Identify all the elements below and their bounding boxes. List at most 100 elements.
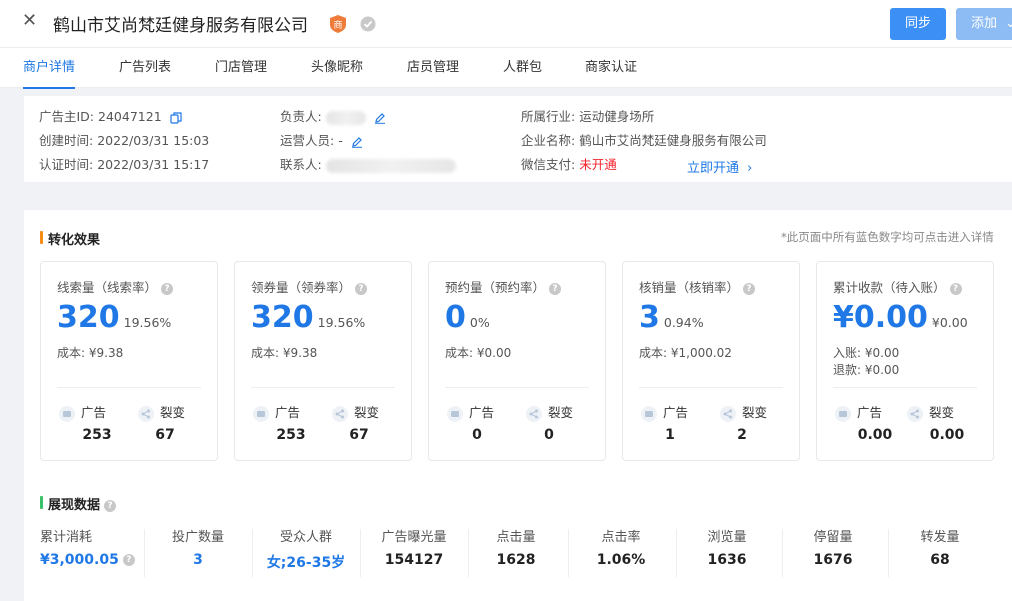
tab-staff-management[interactable]: 店员管理 <box>407 48 459 88</box>
certified-time-value: 2022/03/31 15:17 <box>97 157 210 172</box>
stat-label: 点击率 <box>601 530 641 545</box>
page-title: 鹤山市艾尚梵廷健身服务有限公司 <box>53 16 308 36</box>
industry-row: 所属行业: 运动健身场所 <box>521 109 654 125</box>
stat-ad-count: 投广数量 3 <box>148 526 248 580</box>
help-icon[interactable]: ? <box>743 282 756 295</box>
contact-label: 联系人: <box>280 157 322 172</box>
card-label: 领券量（领券率）? <box>251 277 368 296</box>
main-panel: 转化效果 *此页面中所有蓝色数字均可点击进入详情 线索量（线索率）? 320 19… <box>24 210 1012 601</box>
blue-number-note: *此页面中所有蓝色数字均可点击进入详情 <box>781 230 994 244</box>
open-wechat-pay-link[interactable]: 立即开通 › <box>687 157 752 176</box>
divider <box>568 529 569 577</box>
tab-store-management[interactable]: 门店管理 <box>215 48 267 88</box>
card-cost: 成本: ¥9.38 <box>251 346 318 360</box>
ad-count: 0.00 <box>857 427 893 443</box>
ad-icon <box>253 405 269 422</box>
tab-avatar-nickname[interactable]: 头像昵称 <box>311 48 363 88</box>
stat-label: 累计消耗 <box>40 530 93 545</box>
help-icon[interactable]: ? <box>355 282 368 295</box>
help-icon[interactable]: ? <box>949 282 962 295</box>
share-icon <box>907 405 923 422</box>
advertiser-id-value: 24047121 <box>98 109 162 124</box>
card-big-number[interactable]: 3 <box>639 300 660 335</box>
edit-operator-icon[interactable] <box>351 136 363 148</box>
divider <box>639 387 783 388</box>
tab-merchant-certification[interactable]: 商家认证 <box>585 48 637 88</box>
ad-icon <box>835 405 851 422</box>
card-label: 核销量（核销率）? <box>639 277 756 296</box>
wechat-pay-row: 微信支付: 未开通 <box>521 157 617 173</box>
add-dropdown-button[interactable]: 添加 ⌄ <box>956 8 1012 40</box>
stat-value: 1676 <box>813 552 853 568</box>
tab-ad-list[interactable]: 广告列表 <box>119 48 171 88</box>
card-main-value: 3 0.94% <box>639 300 704 335</box>
card-refund: 退款: ¥0.00 <box>833 363 900 377</box>
stat-label: 受众人群 <box>279 530 332 545</box>
viral-source: 裂变 <box>526 402 573 422</box>
ad-count: 253 <box>82 427 112 443</box>
wechat-verify-icon <box>360 16 376 32</box>
ad-count: 0 <box>472 427 482 443</box>
wechat-pay-label: 微信支付: <box>521 157 576 172</box>
metric-card-leads: 线索量（线索率）? 320 19.56% 成本: ¥9.38 广告 裂变 253 … <box>40 261 218 461</box>
ad-source: 广告 <box>59 402 106 422</box>
industry-label: 所属行业: <box>521 109 576 124</box>
ad-count: 253 <box>276 427 306 443</box>
edit-owner-icon[interactable] <box>374 112 386 124</box>
card-rate: 0% <box>469 315 490 330</box>
card-label: 线索量（线索率）? <box>57 277 174 296</box>
stat-label: 转发量 <box>920 530 960 545</box>
tab-audience-package[interactable]: 人群包 <box>503 48 542 88</box>
open-now-label: 立即开通 <box>687 161 740 176</box>
help-icon[interactable]: ? <box>549 282 562 295</box>
operator-label: 运营人员: <box>280 133 335 148</box>
card-big-number[interactable]: ¥0.00 <box>833 300 928 335</box>
ad-icon <box>59 405 75 422</box>
help-icon[interactable]: ? <box>122 554 135 566</box>
divider <box>445 387 589 388</box>
viral-source: 裂变 <box>720 402 767 422</box>
help-icon[interactable]: ? <box>104 499 117 512</box>
divider <box>144 529 145 577</box>
display-data-title: 展现数据? <box>48 494 117 513</box>
stat-value: 154127 <box>384 552 444 568</box>
card-big-number[interactable]: 320 <box>57 300 120 335</box>
card-main-value: 0 0% <box>445 300 490 335</box>
sync-button[interactable]: 同步 <box>890 8 946 40</box>
tab-merchant-details[interactable]: 商户详情 <box>23 48 76 89</box>
card-label: 预约量（预约率）? <box>445 277 562 296</box>
card-cost: 成本: ¥9.38 <box>57 346 124 360</box>
divider <box>57 387 201 388</box>
stat-views: 浏览量 1636 <box>677 526 777 580</box>
stat-value[interactable]: 3 <box>148 552 248 568</box>
stat-value[interactable]: ¥3,000.05? <box>40 552 135 568</box>
card-big-number[interactable]: 320 <box>251 300 314 335</box>
share-icon <box>526 405 542 422</box>
conversion-title: 转化效果 <box>48 233 101 248</box>
top-bar: ✕ 鹤山市艾尚梵廷健身服务有限公司 商 同步 添加 ⌄ <box>0 0 1012 48</box>
close-icon[interactable]: ✕ <box>22 11 37 31</box>
metric-card-redemptions: 核销量（核销率）? 3 0.94% 成本: ¥1,000.02 广告 裂变 1 2 <box>622 261 800 461</box>
created-time-value: 2022/03/31 15:03 <box>97 133 210 148</box>
copy-icon[interactable] <box>170 111 182 124</box>
advertiser-id-label: 广告主ID: <box>39 109 95 124</box>
ad-source: 广告 <box>447 402 494 422</box>
owner-label: 负责人: <box>280 109 322 124</box>
share-icon <box>720 405 736 422</box>
viral-count: 0 <box>544 427 554 443</box>
card-big-number[interactable]: 0 <box>445 300 466 335</box>
stat-clicks: 点击量 1628 <box>466 526 566 580</box>
viral-count: 2 <box>737 427 747 443</box>
industry-value: 运动健身场所 <box>579 109 655 124</box>
operator-value: - <box>338 133 343 148</box>
stat-value[interactable]: 女;26-35岁 <box>256 552 356 572</box>
stat-label: 停留量 <box>813 530 853 545</box>
company-row: 企业名称: 鹤山市艾尚梵廷健身服务有限公司 <box>521 133 767 149</box>
created-time-label: 创建时间: <box>39 133 94 148</box>
stat-ctr: 点击率 1.06% <box>571 526 671 580</box>
viral-count: 67 <box>155 427 175 443</box>
help-icon[interactable]: ? <box>161 282 174 295</box>
company-label: 企业名称: <box>521 133 576 148</box>
owner-redacted <box>325 110 366 125</box>
divider <box>252 529 253 577</box>
